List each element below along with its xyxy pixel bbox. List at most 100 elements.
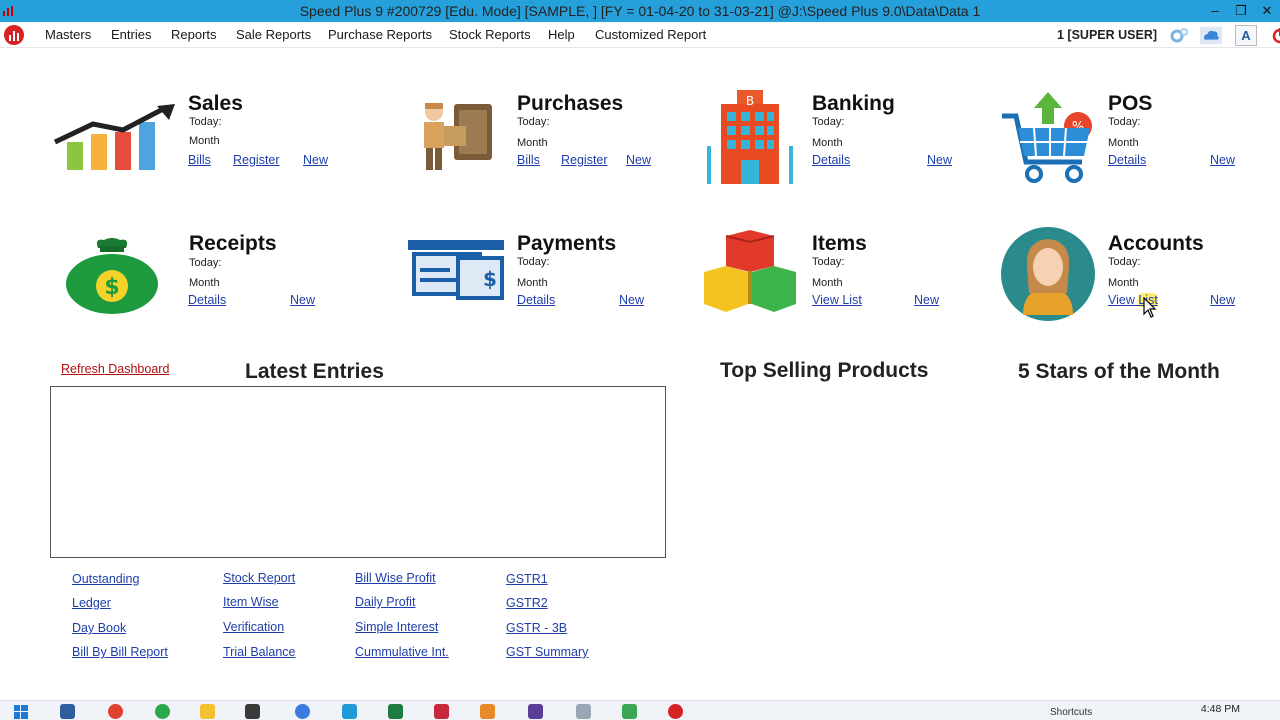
svg-text:B: B (746, 94, 754, 108)
purchases-bills-link[interactable]: Bills (517, 153, 540, 167)
day-book-link[interactable]: Day Book (72, 621, 126, 635)
banking-details-link[interactable]: Details (812, 153, 850, 167)
pos-new-link[interactable]: New (1210, 153, 1235, 167)
latest-entries-panel[interactable] (50, 386, 666, 558)
purchases-new-link[interactable]: New (626, 153, 651, 167)
browser-icon[interactable] (295, 704, 310, 719)
banking-today-label: Today: (812, 116, 845, 128)
accounts-today-label: Today: (1108, 256, 1141, 268)
outstanding-link[interactable]: Outstanding (72, 572, 139, 586)
pos-cart-icon: % (1002, 92, 1092, 183)
current-user: 1 [SUPER USER] (1057, 28, 1158, 42)
settings-gears-icon[interactable] (1168, 25, 1190, 46)
receipts-today-label: Today: (189, 257, 222, 269)
accounts-month-label: Month (1108, 277, 1139, 289)
bill-by-bill-report-link[interactable]: Bill By Bill Report (72, 645, 168, 659)
simple-interest-link[interactable]: Simple Interest (355, 620, 438, 634)
skype-icon[interactable] (342, 704, 357, 719)
trial-balance-link[interactable]: Trial Balance (223, 645, 296, 659)
clock[interactable]: 4:48 PM (1201, 703, 1240, 715)
speed-plus-taskbar-icon[interactable] (668, 704, 683, 719)
daily-profit-link[interactable]: Daily Profit (355, 595, 415, 609)
pos-month-label: Month (1108, 137, 1139, 149)
window-title: Speed Plus 9 #200729 [Edu. Mode] [SAMPLE… (299, 3, 981, 19)
app-icon-5[interactable] (245, 704, 260, 719)
accounts-avatar-icon (1001, 227, 1095, 321)
svg-text:$: $ (483, 267, 497, 291)
gstr1-link[interactable]: GSTR1 (506, 572, 548, 586)
minimize-button[interactable]: – (1202, 0, 1228, 22)
items-view-list-link[interactable]: View List (812, 293, 862, 307)
menu-customized-report[interactable]: Customized Report (595, 27, 706, 42)
close-button[interactable]: ✕ (1254, 0, 1280, 22)
five-stars-title: 5 Stars of the Month (1018, 360, 1220, 383)
menu-help[interactable]: Help (548, 27, 575, 42)
sales-title: Sales (188, 92, 243, 115)
payments-title: Payments (517, 232, 617, 255)
app-icon-11[interactable] (528, 704, 543, 719)
pos-today-label: Today: (1108, 116, 1141, 128)
gst-summary-link[interactable]: GST Summary (506, 645, 588, 659)
menu-entries[interactable]: Entries (111, 27, 151, 42)
purchases-title: Purchases (517, 92, 624, 115)
task-view-icon[interactable] (60, 704, 75, 719)
payments-new-link[interactable]: New (619, 293, 644, 307)
purchase-delivery-icon (424, 103, 492, 170)
bill-wise-profit-link[interactable]: Bill Wise Profit (355, 571, 436, 585)
stock-report-link[interactable]: Stock Report (223, 571, 295, 585)
banking-title: Banking (812, 92, 895, 115)
sales-register-link[interactable]: Register (233, 153, 280, 167)
bank-building-icon: B (707, 90, 793, 184)
payment-cheque-icon: $ (408, 240, 504, 300)
item-wise-link[interactable]: Item Wise (223, 595, 279, 609)
app-icon-12[interactable] (576, 704, 591, 719)
refresh-dashboard-link[interactable]: Refresh Dashboard (61, 362, 169, 376)
access-icon[interactable] (434, 704, 449, 719)
gstr2-link[interactable]: GSTR2 (506, 596, 548, 610)
banking-new-link[interactable]: New (927, 153, 952, 167)
app-icon-13[interactable] (622, 704, 637, 719)
verification-link[interactable]: Verification (223, 620, 284, 634)
sales-new-link[interactable]: New (303, 153, 328, 167)
sales-chart-icon (53, 104, 175, 170)
receipts-new-link[interactable]: New (290, 293, 315, 307)
app-logo-icon (4, 25, 24, 45)
ledger-link[interactable]: Ledger (72, 596, 111, 610)
accounts-title: Accounts (1108, 232, 1204, 255)
items-new-link[interactable]: New (914, 293, 939, 307)
banking-month-label: Month (812, 137, 843, 149)
payments-details-link[interactable]: Details (517, 293, 555, 307)
file-explorer-icon[interactable] (200, 704, 215, 719)
windows-start-icon[interactable] (14, 705, 28, 719)
items-month-label: Month (812, 277, 843, 289)
purchases-register-link[interactable]: Register (561, 153, 608, 167)
receipts-details-link[interactable]: Details (188, 293, 226, 307)
menu-sale-reports[interactable]: Sale Reports (236, 27, 311, 42)
menu-masters[interactable]: Masters (45, 27, 91, 42)
font-size-button[interactable]: A (1235, 25, 1257, 46)
gstr-3b-link[interactable]: GSTR - 3B (506, 621, 567, 635)
pos-title: POS (1108, 92, 1153, 115)
cummulative-int-link[interactable]: Cummulative Int. (355, 645, 449, 659)
accounts-new-link[interactable]: New (1210, 293, 1235, 307)
excel-icon[interactable] (388, 704, 403, 719)
menu-reports[interactable]: Reports (171, 27, 217, 42)
chrome-icon[interactable] (108, 704, 123, 719)
menu-stock-reports[interactable]: Stock Reports (449, 27, 531, 42)
pos-details-link[interactable]: Details (1108, 153, 1146, 167)
title-bar: Speed Plus 9 #200729 [Edu. Mode] [SAMPLE… (0, 0, 1280, 22)
top-selling-products-title: Top Selling Products (720, 359, 929, 382)
cloud-sync-icon[interactable] (1200, 25, 1222, 46)
power-icon[interactable] (1266, 25, 1280, 46)
app-icon-10[interactable] (480, 704, 495, 719)
menu-purchase-reports[interactable]: Purchase Reports (328, 27, 432, 42)
receipts-title: Receipts (189, 232, 277, 255)
shortcuts-label[interactable]: Shortcuts (1050, 707, 1092, 718)
items-boxes-icon (704, 230, 796, 312)
svg-text:$: $ (104, 275, 119, 300)
sales-bills-link[interactable]: Bills (188, 153, 211, 167)
whatsapp-icon[interactable] (155, 704, 170, 719)
taskbar: Shortcuts 4:48 PM (0, 700, 1280, 720)
restore-button[interactable]: ❐ (1228, 0, 1254, 22)
purchases-today-label: Today: (517, 116, 550, 128)
